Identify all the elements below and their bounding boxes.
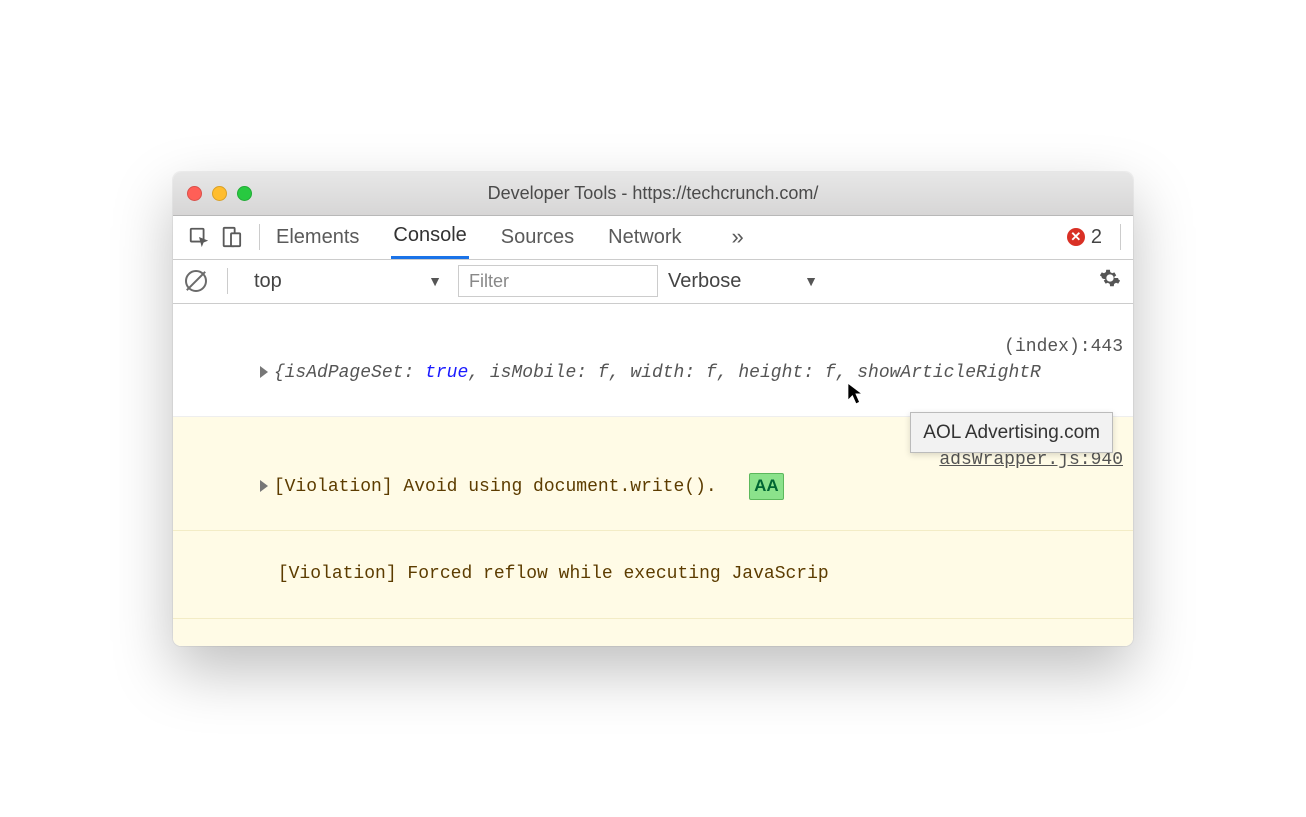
log-row[interactable]: (index):443 {isAdPageSet: true, isMobile… [173,304,1133,417]
error-count[interactable]: ✕ 2 [1067,226,1102,249]
more-tabs-button[interactable]: » [732,224,744,250]
device-toolbar-icon[interactable] [217,223,245,251]
chevron-down-icon: ▼ [804,273,818,289]
log-level-value: Verbose [668,270,741,293]
tab-elements[interactable]: Elements [274,216,361,259]
inspect-element-icon[interactable] [185,223,213,251]
error-icon: ✕ [1067,228,1085,246]
log-row[interactable]: [Violation] Forced reflow while executin… [173,531,1133,618]
settings-icon[interactable] [1099,267,1121,295]
log-level-selector[interactable]: Verbose ▼ [668,270,818,293]
tab-console[interactable]: Console [391,216,468,259]
mouse-cursor [847,382,865,406]
filter-placeholder: Filter [469,271,509,292]
chevron-down-icon: ▼ [428,273,442,289]
console-log: (index):443 {isAdPageSet: true, isMobile… [173,304,1133,646]
titlebar: Developer Tools - https://techcrunch.com… [173,172,1133,216]
log-row[interactable]: [Violation] Avoid using document.write()… [173,619,1133,646]
minimize-window-button[interactable] [212,186,227,201]
expand-icon[interactable] [260,366,268,378]
source-link[interactable]: (index):443 [1004,334,1123,360]
badge-tooltip: AOL Advertising.com [910,412,1113,454]
zoom-window-button[interactable] [237,186,252,201]
thirdparty-badge[interactable]: AA [749,473,784,500]
clear-console-icon[interactable] [185,270,207,292]
separator [259,224,260,250]
window-title: Developer Tools - https://techcrunch.com… [173,183,1133,204]
panel-tabs: Elements Console Sources Network » [274,216,744,259]
window-controls [187,186,252,201]
separator [1120,224,1121,250]
console-toolbar: top ▼ Filter Verbose ▼ [173,260,1133,304]
tab-sources[interactable]: Sources [499,216,576,259]
log-message: [Violation] Avoid using document.write()… [274,477,717,497]
tab-network[interactable]: Network [606,216,683,259]
separator [227,268,228,294]
devtools-window: Developer Tools - https://techcrunch.com… [173,172,1133,646]
error-count-value: 2 [1091,226,1102,249]
expand-icon[interactable] [260,480,268,492]
devtools-tabbar: Elements Console Sources Network » ✕ 2 [173,216,1133,260]
context-value: top [254,270,282,293]
context-selector[interactable]: top ▼ [248,265,448,297]
close-window-button[interactable] [187,186,202,201]
filter-input[interactable]: Filter [458,265,658,297]
log-message: [Violation] Forced reflow while executin… [278,564,829,584]
